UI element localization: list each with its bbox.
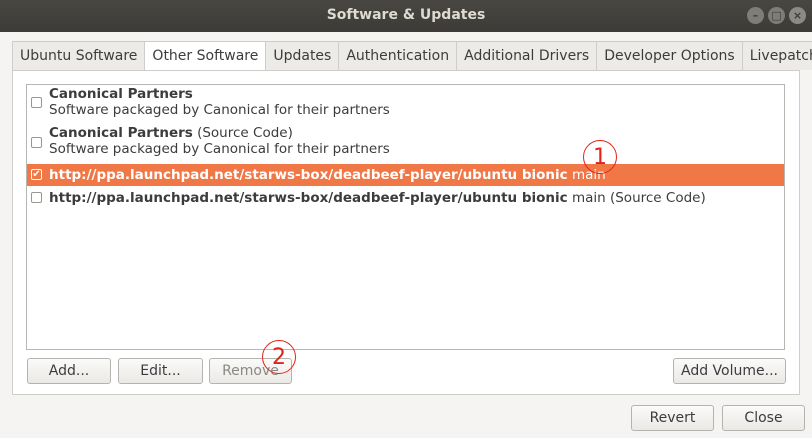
- tab-ubuntu-software[interactable]: Ubuntu Software: [12, 41, 145, 70]
- tab-other-software[interactable]: Other Software: [144, 41, 266, 72]
- source-checkbox[interactable]: [31, 192, 42, 203]
- tab-livepatch[interactable]: Livepatch: [741, 41, 812, 70]
- close-window-button[interactable]: ×: [789, 7, 806, 24]
- source-title: Canonical Partners: [49, 86, 193, 102]
- source-title: Canonical Partners: [49, 125, 193, 141]
- other-software-panel: Canonical Partners Software packaged by …: [12, 70, 800, 395]
- close-button[interactable]: Close: [722, 405, 805, 431]
- source-row-canonical-partners[interactable]: Canonical Partners Software packaged by …: [27, 86, 784, 124]
- title-bar: Software & Updates – □ ×: [0, 0, 812, 32]
- add-volume-button[interactable]: Add Volume...: [673, 358, 786, 384]
- edit-source-button[interactable]: Edit...: [118, 358, 203, 384]
- source-title: http://ppa.launchpad.net/starws-box/dead…: [49, 167, 568, 183]
- source-title: http://ppa.launchpad.net/starws-box/dead…: [49, 190, 568, 206]
- window-title: Software & Updates: [326, 7, 486, 23]
- source-checkbox[interactable]: [31, 97, 42, 108]
- maximize-button[interactable]: □: [768, 7, 785, 24]
- source-row-canonical-partners-source[interactable]: Canonical Partners (Source Code) Softwar…: [27, 125, 784, 163]
- sources-list: Canonical Partners Software packaged by …: [26, 84, 785, 350]
- tab-authentication[interactable]: Authentication: [338, 41, 457, 70]
- source-suffix: main (Source Code): [567, 190, 706, 206]
- source-description: Software packaged by Canonical for their…: [49, 102, 390, 118]
- source-row-deadbeef-ppa-source[interactable]: http://ppa.launchpad.net/starws-box/dead…: [27, 187, 784, 209]
- tab-additional-drivers[interactable]: Additional Drivers: [456, 41, 597, 70]
- source-checkbox[interactable]: [31, 137, 42, 148]
- source-row-deadbeef-ppa[interactable]: ✔ http://ppa.launchpad.net/starws-box/de…: [27, 164, 784, 186]
- tab-updates[interactable]: Updates: [265, 41, 339, 70]
- tab-developer-options[interactable]: Developer Options: [596, 41, 742, 70]
- source-suffix: (Source Code): [192, 125, 293, 141]
- annotation-marker-1: 1: [583, 140, 617, 174]
- annotation-marker-2: 2: [262, 340, 296, 374]
- source-checkbox-checked[interactable]: ✔: [31, 169, 42, 180]
- revert-button[interactable]: Revert: [631, 405, 714, 431]
- source-description: Software packaged by Canonical for their…: [49, 141, 390, 157]
- add-source-button[interactable]: Add...: [27, 358, 111, 384]
- tab-bar: Ubuntu Software Other Software Updates A…: [12, 41, 812, 72]
- minimize-button[interactable]: –: [747, 7, 764, 24]
